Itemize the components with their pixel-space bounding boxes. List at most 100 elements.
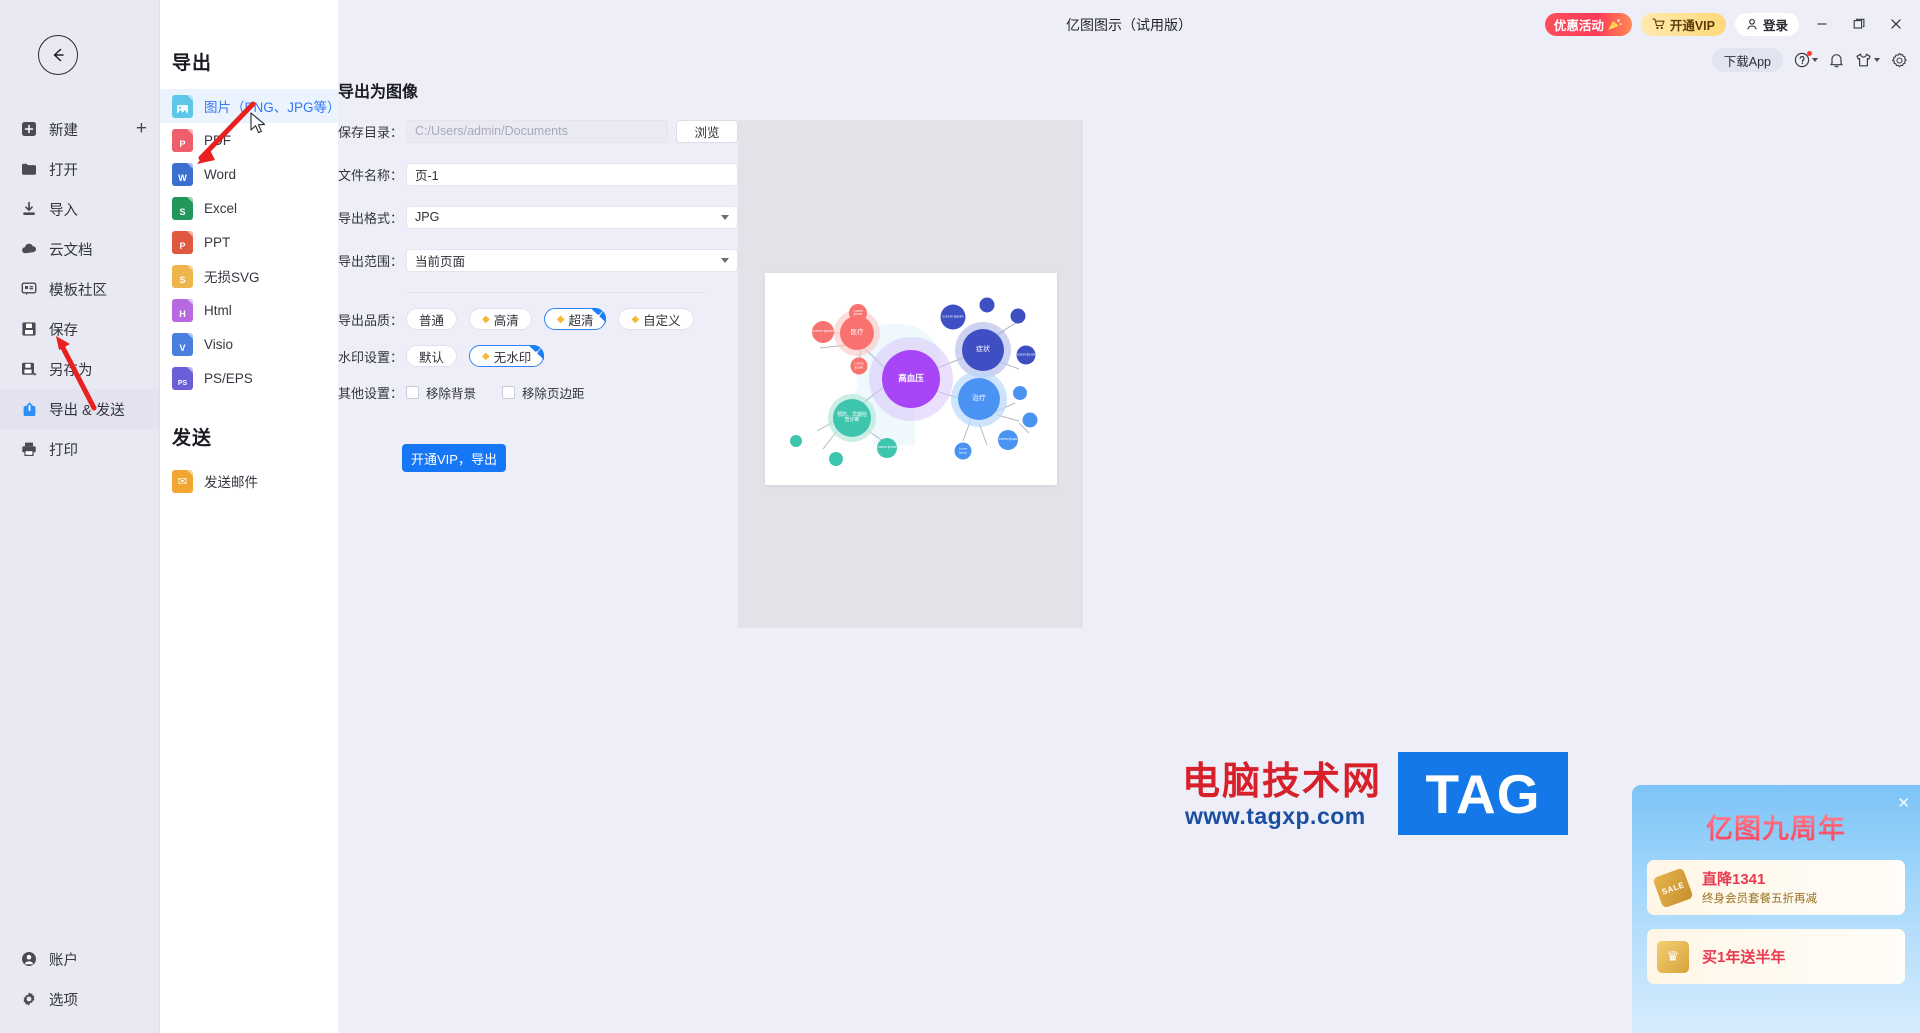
format-row: 导出格式： JPG [338, 203, 738, 231]
mail-glyph: ✉ [177, 475, 188, 488]
quality-label: 导出品质： [338, 312, 404, 328]
browse-button[interactable]: 浏览 [676, 119, 738, 143]
help-button[interactable] [1794, 51, 1818, 68]
quality-option-normal[interactable]: 普通 [406, 308, 458, 330]
diagram-leaf-node[interactable] [790, 435, 802, 447]
range-select[interactable]: 当前页面 [406, 248, 738, 272]
promo-card-1[interactable]: SALE 直降1341 终身会员套餐五折再减 [1647, 860, 1905, 915]
format-item-label: PPT [204, 234, 231, 250]
format-item-send-mail[interactable]: ✉ 发送邮件 [160, 464, 338, 498]
close-icon[interactable]: ✕ [1897, 794, 1910, 812]
sidebar-item-label: 新建 [49, 122, 78, 139]
diagram-node-symptom[interactable]: 症状 [962, 329, 1004, 371]
sidebar-item-save-as[interactable]: 另存为 [0, 349, 159, 389]
community-icon [20, 280, 38, 298]
main-content: 亿图图示（试用版） 优惠活动 开通VIP 登录 下载App 导出为图像 保存目录… [338, 0, 1920, 1033]
sidebar-item-label: 导入 [49, 202, 78, 219]
format-item-pdf[interactable]: P PDF [160, 123, 338, 157]
quality-option-ultra-hd[interactable]: ◆ 超清 ✓ [543, 308, 607, 330]
diagram-leaf-node[interactable]: Lorem Ipsum [849, 304, 867, 322]
watermark-option-default[interactable]: 默认 [406, 345, 458, 367]
chevron-down-icon [721, 258, 729, 263]
minimize-button[interactable] [1808, 11, 1836, 37]
format-item-ppt[interactable]: P PPT [160, 225, 338, 259]
diagram-leaf-node[interactable]: Lorem Ipsum [812, 321, 834, 343]
diagram-leaf-node[interactable] [1022, 412, 1038, 428]
sidebar-item-options[interactable]: 选项 [0, 979, 159, 1019]
login-label: 登录 [1762, 18, 1788, 33]
chevron-down-icon [1874, 58, 1880, 62]
sale-tag-icon: SALE [1652, 866, 1694, 909]
format-item-svg[interactable]: S 无损SVG [160, 259, 338, 293]
notifications-button[interactable] [1829, 52, 1844, 68]
theme-button[interactable] [1855, 53, 1880, 68]
sidebar-item-export-send[interactable]: 导出 & 发送 [0, 389, 159, 429]
printer-icon [20, 440, 38, 458]
other-settings-label: 其他设置： [338, 386, 404, 401]
diagram-leaf-node[interactable]: Lorem Ipsum [954, 442, 972, 460]
sidebar-item-import[interactable]: 导入 [0, 189, 159, 229]
sidebar-item-save[interactable]: 保存 [0, 309, 159, 349]
mail-icon: ✉ [172, 469, 193, 493]
diagram-leaf-node[interactable] [1013, 386, 1027, 400]
format-item-label: 发送邮件 [204, 475, 258, 490]
promotion-button[interactable]: 优惠活动 [1544, 12, 1632, 36]
diagram-leaf-node[interactable]: Lorem Ipsum [998, 430, 1018, 450]
back-button[interactable] [38, 35, 78, 75]
close-button[interactable] [1882, 11, 1910, 37]
diagram-node-treatment[interactable]: 治疗 [958, 378, 1000, 420]
export-button[interactable]: 开通VIP，导出 [402, 444, 506, 472]
sidebar-item-print[interactable]: 打印 [0, 429, 159, 469]
quality-option-custom[interactable]: ◆ 自定义 [618, 308, 694, 330]
diagram-node-prevention[interactable]: 预防、早期检查诊断 [833, 399, 871, 437]
sidebar-item-cloud[interactable]: 云文档 [0, 229, 159, 269]
format-item-excel[interactable]: S Excel [160, 191, 338, 225]
filename-input[interactable]: 页-1 [406, 162, 738, 186]
format-select-value: JPG [415, 210, 440, 224]
sidebar-item-label: 保存 [49, 322, 78, 339]
format-item-html[interactable]: H Html [160, 293, 338, 327]
checkbox-remove-margin[interactable]: 移除页边距 [502, 383, 585, 402]
maximize-button[interactable] [1845, 11, 1873, 37]
sidebar-item-template-community[interactable]: 模板社区 [0, 269, 159, 309]
save-directory-input[interactable]: C:/Users/admin/Documents [406, 119, 668, 143]
vip-upgrade-button[interactable]: 开通VIP [1640, 12, 1726, 36]
settings-button[interactable] [1891, 52, 1908, 69]
watermark-option-none[interactable]: ◆ 无水印 ✓ [469, 345, 545, 367]
checkbox-remove-background[interactable]: 移除背景 [406, 383, 476, 402]
diagram-center-node[interactable]: 高血压 [882, 350, 940, 408]
format-item-word[interactable]: W Word [160, 157, 338, 191]
login-button[interactable]: 登录 [1734, 12, 1799, 36]
sidebar-item-label: 打印 [49, 442, 78, 459]
diagram-preview-page[interactable]: 高血压 医疗 症状 治疗 预防、早期检查诊断 Lorem Ipsum Lorem… [765, 273, 1057, 485]
format-item-image[interactable]: 图片（PNG、JPG等） [160, 89, 341, 123]
diagram-leaf-node[interactable]: Lorem Ipsum [1016, 345, 1036, 365]
diagram-leaf-node[interactable]: Lorem Ipsum [850, 357, 868, 375]
format-select[interactable]: JPG [406, 205, 738, 229]
sidebar-item-new[interactable]: 新建 + [0, 109, 159, 149]
download-app-button[interactable]: 下载App [1711, 48, 1783, 72]
format-item-ps-eps[interactable]: PS PS/EPS [160, 361, 338, 395]
watermark-option-group: 默认 ◆ 无水印 ✓ [406, 345, 545, 367]
diagram-leaf-node[interactable] [1010, 308, 1026, 324]
range-label: 导出范围： [338, 253, 404, 269]
diagram-leaf-node[interactable]: Lorem Ipsum [940, 304, 966, 330]
diagram-leaf-node[interactable]: Lorem Ipsum [877, 438, 897, 458]
sidebar-item-account[interactable]: 账户 [0, 939, 159, 979]
quality-option-hd[interactable]: ◆ 高清 [469, 308, 532, 330]
save-icon [20, 320, 38, 338]
diagram-leaf-node[interactable] [979, 297, 995, 313]
promo-card-2[interactable]: ♛ 买1年送半年 [1647, 929, 1905, 984]
sidebar-item-open[interactable]: 打开 [0, 149, 159, 189]
html-glyph: H [179, 308, 186, 319]
cart-icon [1652, 18, 1665, 30]
visio-glyph: V [179, 342, 186, 353]
diagram-leaf-node[interactable] [829, 452, 843, 466]
rail-item-list: 新建 + 打开 导入 云文档 模板社区 保存 另存为 导出 & 发送 打印 [0, 109, 159, 469]
format-item-visio[interactable]: V Visio [160, 327, 338, 361]
user-circle-icon [20, 950, 38, 968]
promo-banner[interactable]: ✕ 亿图九周年 SALE 直降1341 终身会员套餐五折再减 ♛ 买1年送半年 [1632, 785, 1920, 1033]
diamond-icon: ◆ [482, 313, 490, 325]
new-add-button[interactable]: + [136, 118, 147, 140]
selected-check-icon: ✓ [596, 309, 605, 319]
